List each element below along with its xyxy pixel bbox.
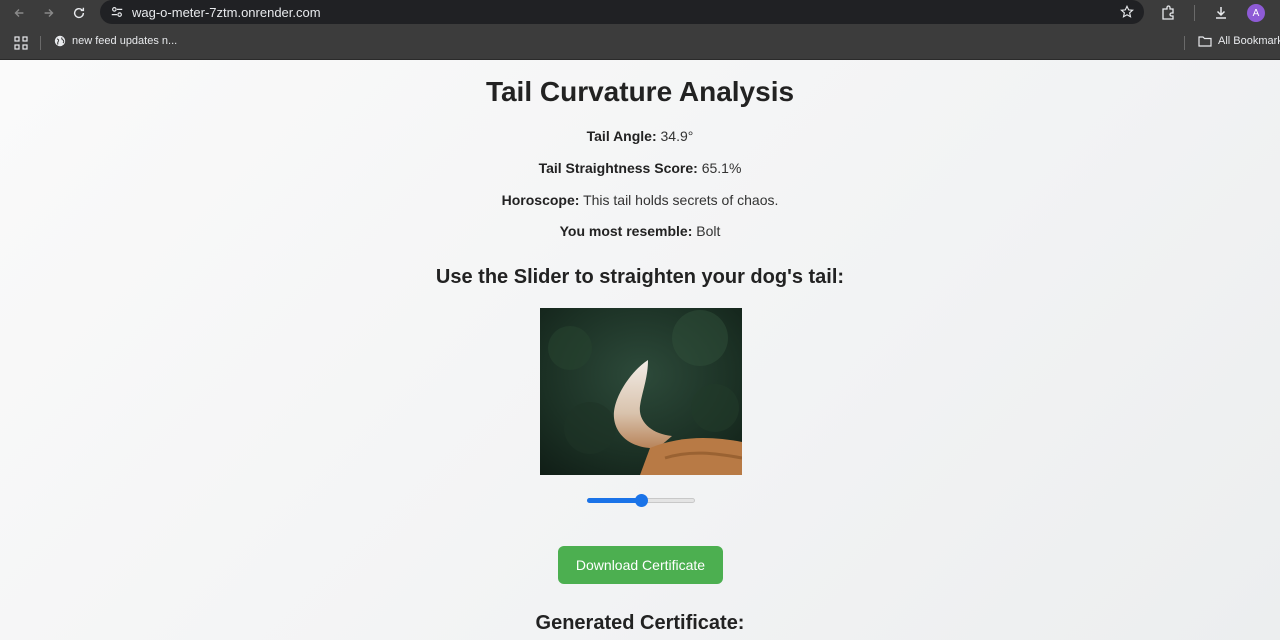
- stat-straightness-score: Tail Straightness Score: 65.1%: [0, 160, 1280, 176]
- toolbar-divider: [1194, 5, 1195, 21]
- extensions-icon[interactable]: [1160, 5, 1176, 21]
- bookmark-star-icon[interactable]: [1120, 5, 1134, 19]
- site-settings-icon[interactable]: [110, 5, 124, 19]
- bookmarks-bar: new feed updates n... All Bookmarks: [0, 26, 1280, 60]
- stat-label: You most resemble:: [559, 223, 693, 239]
- slider-heading: Use the Slider to straighten your dog's …: [435, 266, 845, 288]
- forward-button[interactable]: [34, 0, 64, 26]
- stat-horoscope: Horoscope: This tail holds secrets of ch…: [0, 192, 1280, 208]
- address-bar[interactable]: wag-o-meter-7ztm.onrender.com: [100, 0, 1144, 24]
- stat-tail-angle: Tail Angle: 34.9°: [0, 128, 1280, 144]
- tail-straighten-slider[interactable]: [587, 494, 695, 507]
- arrow-right-icon: [44, 9, 54, 17]
- all-bookmarks-button[interactable]: All Bookmarks: [1198, 35, 1280, 47]
- stat-value: This tail holds secrets of chaos.: [583, 192, 779, 208]
- globe-icon: [54, 35, 66, 47]
- stat-value: Bolt: [696, 223, 721, 239]
- profile-avatar[interactable]: A: [1247, 4, 1265, 22]
- certificate-heading: Generated Certificate:: [535, 612, 745, 634]
- download-certificate-button[interactable]: Download Certificate: [558, 546, 723, 584]
- bookmarks-divider: [40, 36, 41, 50]
- page-title: Tail Curvature Analysis: [485, 76, 795, 107]
- stat-resemble: You most resemble: Bolt: [0, 223, 1280, 239]
- slider-thumb[interactable]: [634, 494, 648, 507]
- bookmarks-divider-right: [1184, 36, 1185, 50]
- reload-icon: [73, 7, 85, 19]
- bookmark-item[interactable]: new feed updates n...: [54, 35, 177, 47]
- stat-label: Tail Angle:: [586, 128, 657, 144]
- dog-tail-image: [540, 308, 742, 475]
- stat-label: Horoscope:: [501, 192, 580, 208]
- stat-value: 34.9°: [660, 128, 694, 144]
- slider-fill: [587, 498, 641, 503]
- download-icon[interactable]: [1213, 5, 1229, 21]
- url-text: wag-o-meter-7ztm.onrender.com: [132, 4, 321, 20]
- bookmark-label: new feed updates n...: [72, 35, 178, 47]
- browser-toolbar: wag-o-meter-7ztm.onrender.com A: [0, 0, 1280, 26]
- stat-label: Tail Straightness Score:: [538, 160, 698, 176]
- arrow-left-icon: [14, 9, 24, 17]
- page-content: Tail Curvature Analysis Tail Angle: 34.9…: [0, 60, 1280, 640]
- all-bookmarks-label: All Bookmarks: [1218, 35, 1280, 47]
- back-button[interactable]: [4, 0, 34, 26]
- reload-button[interactable]: [64, 0, 94, 26]
- toolbar-right: A: [1160, 0, 1265, 26]
- apps-grid-icon[interactable]: [14, 36, 28, 50]
- folder-icon: [1198, 36, 1212, 47]
- stat-value: 65.1%: [701, 160, 742, 176]
